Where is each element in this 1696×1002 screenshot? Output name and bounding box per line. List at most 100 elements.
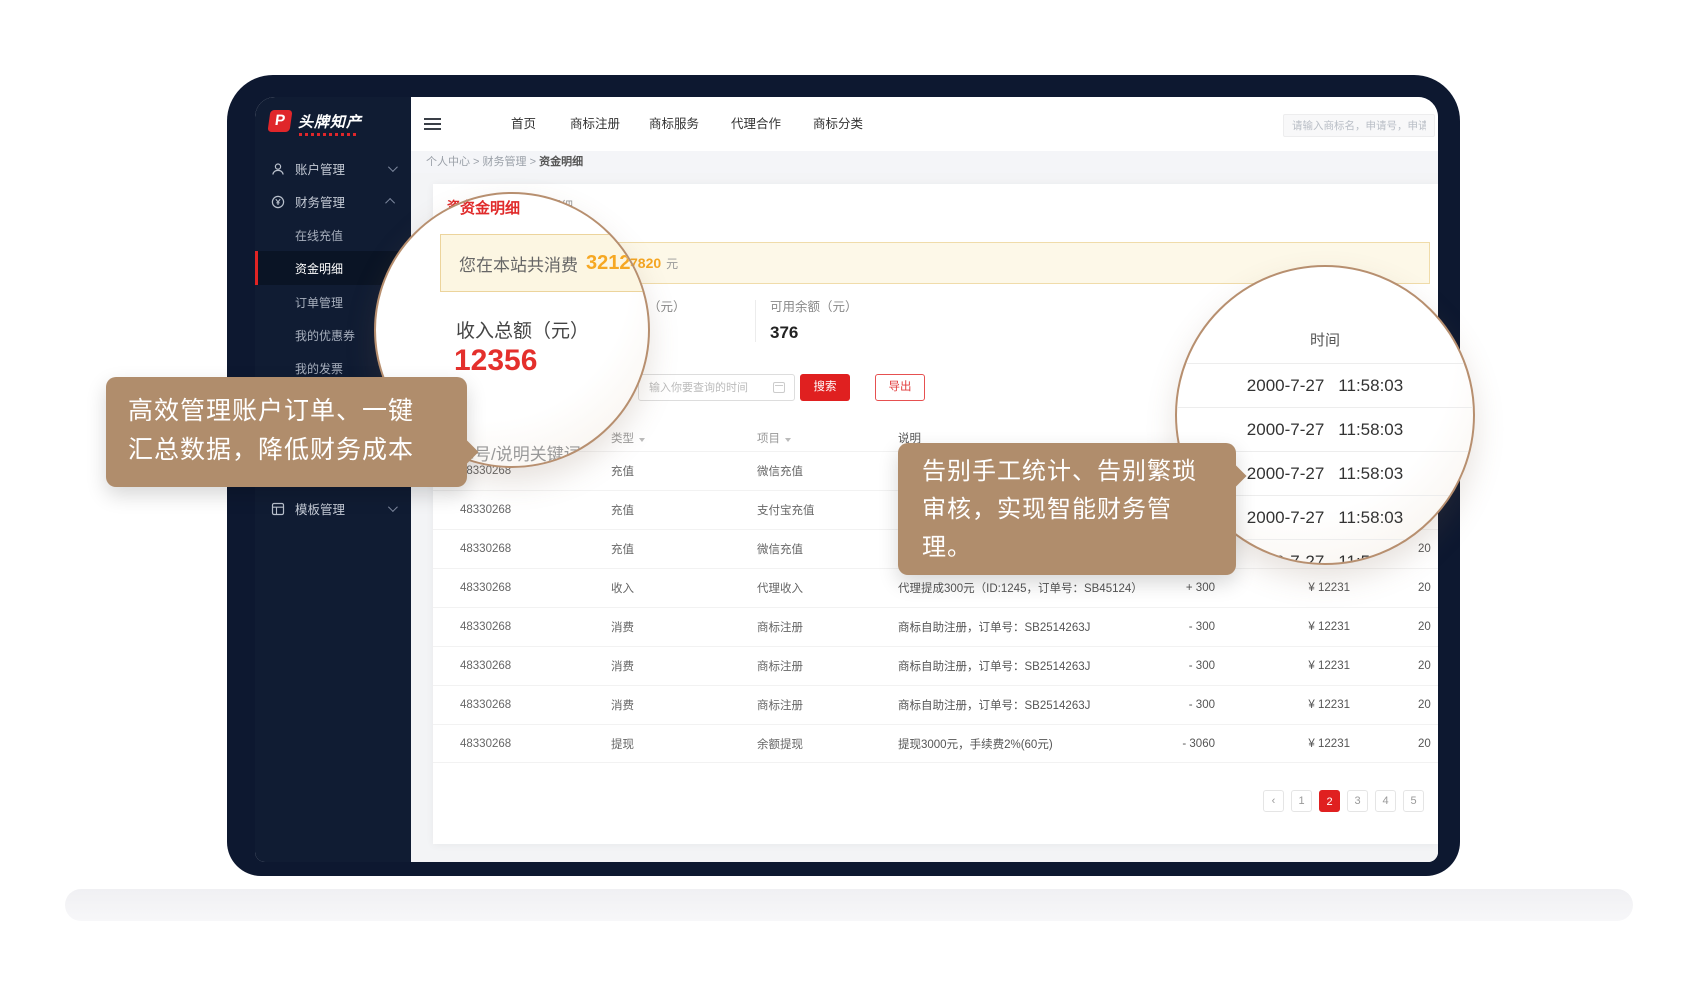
magnified-banner-prefix: 您在本站共消费 [459,251,578,276]
stat-divider [755,300,756,342]
calendar-icon[interactable] [773,382,785,393]
hamburger-menu-icon[interactable] [424,118,441,130]
cell-order: 48330268 [460,738,611,750]
cell-amount: + 300 [1148,582,1215,594]
breadcrumb-trail: 个人中心 > 财务管理 > [426,156,539,168]
cell-amount: - 300 [1148,699,1215,711]
cell-desc: 商标自助注册，订单号：SB2514263J [898,658,1148,674]
sidebar-item-account[interactable]: 账户管理 [255,152,411,185]
sort-caret-icon [785,438,791,442]
cell-balance: ¥ 12231 [1215,738,1350,750]
pagination-page-5[interactable]: 5 [1403,790,1424,812]
cell-type: 提现 [611,736,757,752]
stat-middle-label: （元） [648,296,686,315]
nav-item-agent-cooperation[interactable]: 代理合作 [731,97,781,151]
magnified-tab-label: 资金明细 [460,197,520,218]
pagination-page-3[interactable]: 3 [1347,790,1368,812]
cell-project: 代理收入 [757,580,898,596]
cell-time: 2000-7-27 11:58:03 [1418,699,1431,711]
cell-project: 商标注册 [757,697,898,713]
pagination-page-2[interactable]: 2 [1319,790,1340,812]
sidebar-item-template[interactable]: 模板管理 [255,492,411,525]
sidebar-item-label: 我的优惠券 [295,327,355,344]
cell-desc: 代理提成300元（ID:1245，订单号：SB45124） [898,580,1148,596]
logo: P 头牌知产 [269,110,362,132]
nav-item-home[interactable]: 首页 [511,97,536,151]
table-row: 48330268 提现 余额提现 提现3000元，手续费2%(60元) - 30… [433,724,1438,763]
header-type[interactable]: 类型 [611,430,757,446]
nav-item-trademark-category[interactable]: 商标分类 [813,97,863,151]
cell-balance: ¥ 12231 [1215,699,1350,711]
magnified-banner: 您在本站共消费 32124 [440,234,650,292]
cell-order: 48330268 [460,465,611,477]
logo-icon: P [267,110,292,132]
cell-type: 消费 [611,697,757,713]
chevron-up-icon [385,198,395,208]
cell-project: 微信充值 [757,463,898,479]
stat-balance-value: 376 [770,323,858,343]
chevron-down-icon [388,502,398,512]
sidebar-item-label: 资金明细 [295,260,343,277]
cell-order: 48330268 [460,660,611,672]
cell-order: 48330268 [460,699,611,711]
cell-balance: ¥ 12231 [1215,582,1350,594]
export-button[interactable]: 导出 [875,374,925,401]
logo-subtext-decoration [299,133,357,136]
pagination-prev-button[interactable]: ‹ [1263,790,1284,812]
callout-left: 高效管理账户订单、一键 汇总数据，降低财务成本 [106,377,467,487]
magnified-time-row: 2000-7-2711:58:03 [1177,363,1473,407]
pagination-page-4[interactable]: 4 [1375,790,1396,812]
pagination-page-1[interactable]: 1 [1291,790,1312,812]
template-icon [271,502,285,516]
search-button[interactable]: 搜索 [800,374,850,401]
cell-amount: - 3060 [1148,738,1215,750]
sort-caret-icon [639,438,645,442]
magnified-banner-amount: 32124 [586,252,642,275]
finance-icon [271,195,285,209]
stat-balance: 可用余额（元） 376 [770,296,858,343]
top-nav: 首页 商标注册 商标服务 代理合作 商标分类 [411,97,1438,151]
table-row: 48330268 消费 商标注册 商标自助注册，订单号：SB2514263J -… [433,646,1438,685]
sidebar-item-label: 模板管理 [295,499,345,518]
breadcrumb-current: 资金明细 [539,156,583,168]
cell-time: 2000-7-27 11:58:03 [1418,621,1431,633]
cell-time: 2000-7-27 11:58:03 [1418,738,1431,750]
cell-desc: 提现3000元，手续费2%(60元) [898,736,1148,752]
sidebar-item-label: 在线充值 [295,227,343,244]
breadcrumb: 个人中心 > 财务管理 > 资金明细 [411,151,1438,173]
callout-left-text: 高效管理账户订单、一键 汇总数据，降低财务成本 [128,397,414,464]
sidebar-item-label: 我的发票 [295,360,343,377]
laptop-base [65,889,1633,921]
cell-amount: - 300 [1148,660,1215,672]
banner-unit: 元 [666,255,678,272]
callout-right: 告别手工统计、告别繁琐 审核，实现智能财务管理。 [898,443,1236,575]
cell-order: 48330268 [460,621,611,633]
date-query-input[interactable] [638,374,795,401]
cell-type: 消费 [611,619,757,635]
sidebar-item-label: 账户管理 [295,159,345,178]
sidebar-item-label: 财务管理 [295,192,345,211]
cell-order: 48330268 [460,543,611,555]
nav-item-trademark-register[interactable]: 商标注册 [570,97,620,151]
cell-time: 2000-7-27 11:58:03 [1418,660,1431,672]
cell-desc: 商标自助注册，订单号：SB2514263J [898,619,1148,635]
sidebar-item-online-recharge[interactable]: 在线充值 [255,218,411,252]
cell-project: 支付宝充值 [757,502,898,518]
callout-right-text: 告别手工统计、告别繁琐 审核，实现智能财务管理。 [922,458,1197,561]
cell-amount: - 300 [1148,621,1215,633]
magnified-income-label: 收入总额（元） [456,316,589,343]
pagination: ‹ 1 2 3 4 5 [1263,790,1424,812]
cell-project: 商标注册 [757,619,898,635]
search-input[interactable] [1283,114,1435,137]
header-project[interactable]: 项目 [757,430,898,446]
logo-text: 头牌知产 [298,111,362,132]
nav-item-trademark-service[interactable]: 商标服务 [649,97,699,151]
sidebar-item-finance[interactable]: 财务管理 [255,185,411,218]
cell-order: 48330268 [460,504,611,516]
sidebar-item-label: 订单管理 [295,294,343,311]
cell-time: 2000-7-27 11:58:03 [1418,582,1431,594]
cell-type: 消费 [611,658,757,674]
table-row: 48330268 消费 商标注册 商标自助注册，订单号：SB2514263J -… [433,607,1438,646]
cell-desc: 商标自助注册，订单号：SB2514263J [898,697,1148,713]
magnified-income-value: 12356 [454,344,537,378]
